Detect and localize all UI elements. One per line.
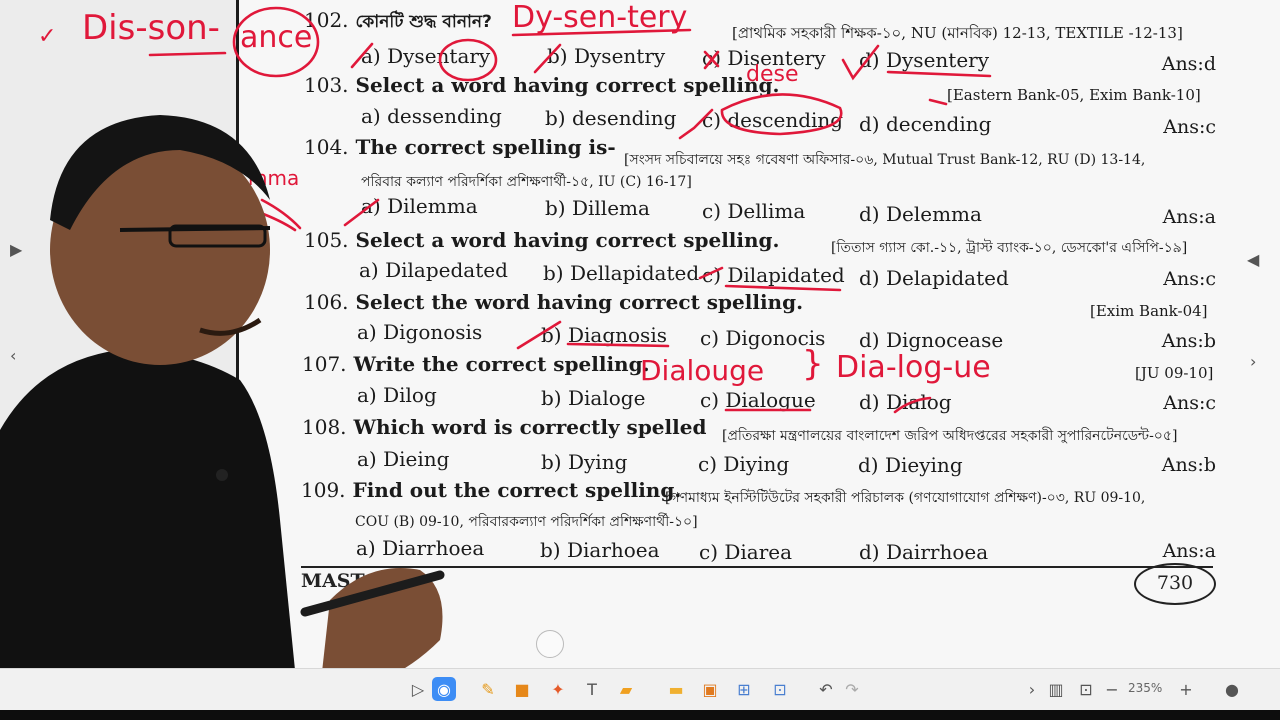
- play-icon[interactable]: ▷: [406, 677, 430, 701]
- ink-dia-log-ue: Dia-log-ue: [836, 350, 991, 385]
- bottom-bar: [0, 710, 1280, 720]
- ink-dialouge: Dialouge: [640, 354, 765, 387]
- eraser-icon[interactable]: ■: [510, 677, 534, 701]
- capture-icon[interactable]: ⊡: [768, 677, 792, 701]
- ink-dysentery-split: Dy-sen-tery: [512, 0, 688, 35]
- sticky-note-icon[interactable]: ▰: [614, 677, 638, 701]
- shape-tool-icon[interactable]: ✦: [546, 677, 570, 701]
- user-icon[interactable]: ●: [1220, 677, 1244, 701]
- pen-tool-icon[interactable]: ✎: [476, 677, 500, 701]
- toolbar: ▷ ◉ ✎ ■ ✦ T ▰ ▬ ▣ ⊞ ⊡ ↶ ↷ › ▥ ⊡ − 235% +…: [0, 668, 1280, 711]
- chevron-right-icon[interactable]: ›: [1020, 677, 1044, 701]
- zoom-level: 235%: [1128, 681, 1163, 695]
- zoom-out-icon[interactable]: −: [1100, 677, 1124, 701]
- folder-icon[interactable]: ▬: [664, 677, 688, 701]
- color-picker-icon[interactable]: [536, 630, 564, 658]
- undo-icon[interactable]: ↶: [814, 677, 838, 701]
- grid-icon[interactable]: ⊞: [732, 677, 756, 701]
- zoom-in-icon[interactable]: +: [1174, 677, 1198, 701]
- right-panel-arrow-icon[interactable]: ◀: [1247, 250, 1259, 269]
- fit-screen-icon[interactable]: ⊡: [1074, 677, 1098, 701]
- ink-dese: dese: [746, 62, 799, 87]
- next-page-icon[interactable]: ›: [1250, 352, 1256, 371]
- presenter: [0, 115, 445, 720]
- redo-icon[interactable]: ↷: [840, 677, 864, 701]
- image-icon[interactable]: ▣: [698, 677, 722, 701]
- book-view-icon[interactable]: ▥: [1044, 677, 1068, 701]
- ink-brace: }: [802, 344, 824, 384]
- whiteboard: 102. কোনটি শুদ্ধ বানান? [প্রাথমিক সহকারী…: [0, 0, 1280, 720]
- text-tool-icon[interactable]: T: [580, 677, 604, 701]
- select-tool-icon[interactable]: ◉: [432, 677, 456, 701]
